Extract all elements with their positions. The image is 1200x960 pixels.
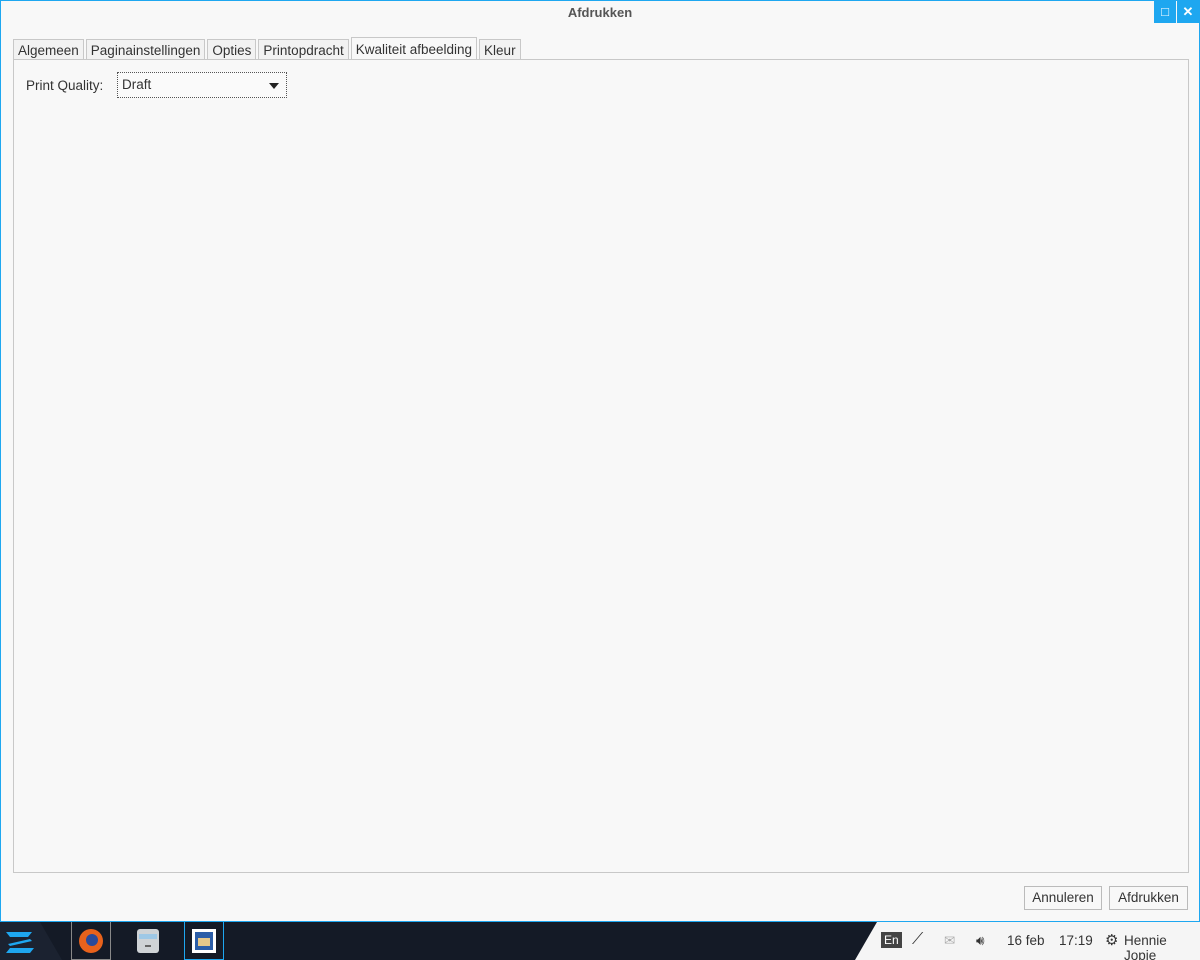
file-manager-icon [137, 929, 159, 953]
date[interactable]: 16 feb [1007, 933, 1045, 948]
user-name[interactable]: Hennie Jopie [1124, 933, 1200, 960]
clock[interactable]: 17:19 [1059, 933, 1093, 948]
print-quality-value: Draft [122, 77, 152, 92]
maximize-icon[interactable]: □ [1154, 1, 1176, 23]
taskbar-thunderbird[interactable] [184, 922, 224, 960]
taskbar-firefox[interactable] [71, 922, 111, 960]
tab-panel: Print Quality: Draft [13, 59, 1189, 873]
network-icon[interactable]: ⟋ [912, 931, 923, 949]
chevron-down-icon [269, 83, 279, 89]
mail-icon[interactable]: ✉ [944, 933, 955, 949]
start-menu-button[interactable] [0, 922, 62, 960]
close-icon[interactable]: ✕ [1177, 1, 1199, 23]
print-quality-label: Print Quality: [26, 78, 104, 93]
taskbar: En ⟋ ✉ 🔊︎ 16 feb 17:19 ⚙ Hennie Jopie [0, 922, 1200, 960]
window-title: Afdrukken [567, 5, 633, 20]
cancel-button[interactable]: Annuleren [1024, 886, 1102, 910]
firefox-icon [79, 928, 103, 953]
gear-icon[interactable]: ⚙ [1105, 931, 1118, 949]
title-bar: Afdrukken □ ✕ [1, 1, 1199, 25]
keyboard-layout-indicator[interactable]: En [881, 932, 902, 948]
print-button[interactable]: Afdrukken [1109, 886, 1188, 910]
thunderbird-icon [192, 928, 216, 953]
system-tray: En ⟋ ✉ 🔊︎ 16 feb 17:19 ⚙ Hennie Jopie [855, 922, 1200, 960]
print-dialog: Afdrukken □ ✕ Algemeen Paginainstellinge… [0, 0, 1200, 922]
taskbar-file-manager[interactable] [128, 922, 168, 960]
zorin-logo-icon [6, 932, 34, 953]
print-quality-select[interactable]: Draft [117, 72, 287, 98]
volume-icon[interactable]: 🔊︎ [976, 933, 985, 949]
